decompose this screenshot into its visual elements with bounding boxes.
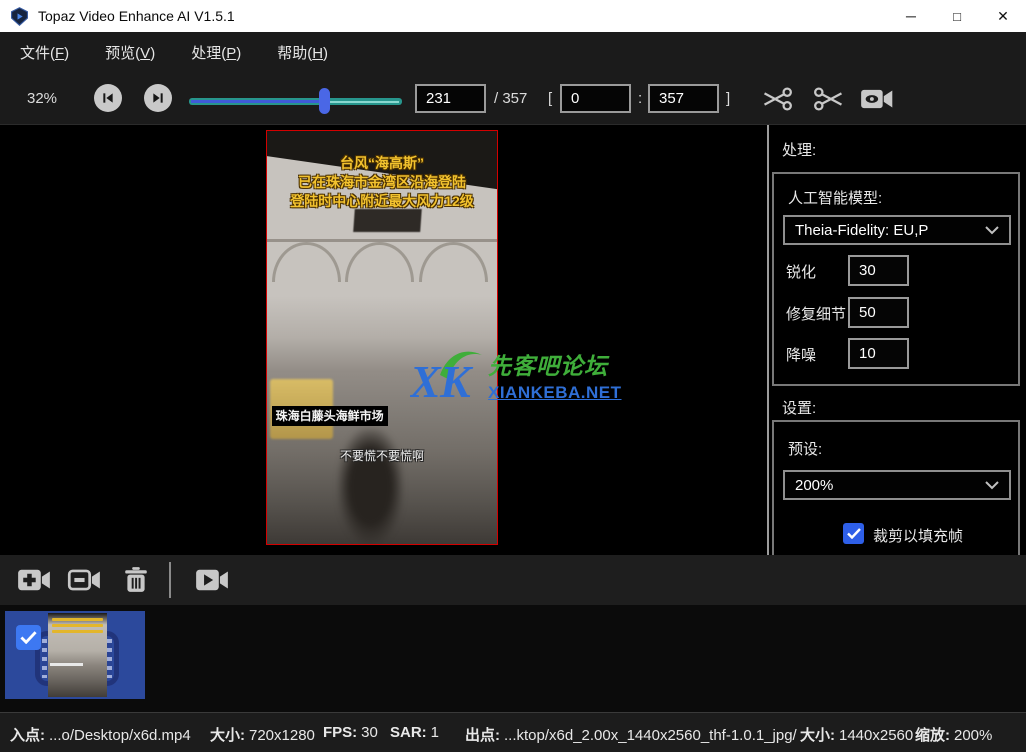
window-title: Topaz Video Enhance AI V1.5.1 xyxy=(38,8,235,24)
video-dark-blob xyxy=(338,428,402,544)
skip-start-icon xyxy=(100,90,116,106)
sharpen-input[interactable] xyxy=(848,255,909,286)
status-in-size: 大小:720x1280 xyxy=(210,724,315,745)
range-separator: : xyxy=(638,90,642,107)
status-in-point: 入点:...o/Desktop/x6d.mp4 xyxy=(10,724,191,745)
svg-text:X: X xyxy=(410,356,442,405)
frame-total-label: / 357 xyxy=(494,90,527,107)
status-fps: FPS:30 xyxy=(323,724,378,741)
range-start-input[interactable] xyxy=(560,84,631,113)
video-thumbnail-tile[interactable] xyxy=(5,611,145,699)
watermark: X K 先客吧论坛 XIANKEBA.NET xyxy=(410,343,625,407)
timeline-slider[interactable] xyxy=(189,91,402,111)
chevron-down-icon xyxy=(985,481,999,490)
range-end-input[interactable] xyxy=(648,84,719,113)
scissors-cut-left-icon xyxy=(760,85,794,113)
video-preview[interactable]: 台风“海高斯” 已在珠海市金湾区沿海登陆 登陆时中心附近最大风力12级 珠海白藤… xyxy=(266,130,498,545)
video-subtitle: 不要慌不要慌啊 xyxy=(267,447,497,464)
denoise-input[interactable] xyxy=(848,338,909,369)
model-label: 人工智能模型: xyxy=(788,187,882,208)
toolbar: 32% / 357 [ : ] xyxy=(0,72,1026,125)
process-section-title: 处理: xyxy=(782,139,816,160)
thumbnail-checkbox[interactable] xyxy=(16,625,41,650)
svg-text:K: K xyxy=(439,356,474,405)
window-controls: ─ □ ✕ xyxy=(888,0,1026,32)
menu-process[interactable]: 处理(P) xyxy=(185,38,247,67)
app-window: Topaz Video Enhance AI V1.5.1 ─ □ ✕ 文件(F… xyxy=(0,0,1026,752)
remove-video-button[interactable] xyxy=(64,564,104,596)
thumbnail-strip xyxy=(0,605,1026,712)
slider-progress xyxy=(191,100,325,103)
preset-value: 200% xyxy=(795,477,985,494)
range-bracket-close: ] xyxy=(726,90,730,107)
maximize-button[interactable]: □ xyxy=(934,0,980,32)
video-bridge-silhouette xyxy=(267,232,497,286)
menu-preview[interactable]: 预览(V) xyxy=(99,38,161,67)
thumbnail-image xyxy=(48,613,107,697)
xk-logo-icon: X K xyxy=(410,345,484,405)
process-video-button[interactable] xyxy=(192,564,232,596)
denoise-label: 降噪 xyxy=(786,344,816,365)
app-logo-icon xyxy=(10,7,29,26)
range-bracket-open: [ xyxy=(548,90,552,107)
trash-icon xyxy=(119,566,153,594)
bottom-toolbar xyxy=(0,555,1026,605)
trim-start-button[interactable] xyxy=(756,83,798,115)
checkmark-icon xyxy=(20,631,37,644)
status-scale: 缩放:200% xyxy=(915,724,992,745)
trim-end-button[interactable] xyxy=(808,83,850,115)
scissors-cut-right-icon xyxy=(812,85,846,113)
title-bar: Topaz Video Enhance AI V1.5.1 ─ □ ✕ xyxy=(0,0,1026,32)
restore-detail-label: 修复细节 xyxy=(786,303,846,324)
status-bar: 入点:...o/Desktop/x6d.mp4 大小:720x1280 FPS:… xyxy=(0,712,1026,752)
settings-section-title: 设置: xyxy=(782,397,816,418)
zoom-level: 32% xyxy=(27,90,57,107)
preview-button[interactable] xyxy=(856,83,898,115)
skip-end-button[interactable] xyxy=(144,84,172,112)
model-value: Theia-Fidelity: EU,P xyxy=(795,222,985,239)
video-headline-text: 台风“海高斯” 已在珠海市金湾区沿海登陆 登陆时中心附近最大风力12级 xyxy=(267,154,497,211)
camera-eye-icon xyxy=(860,85,894,113)
video-location-label: 珠海白藤头海鲜市场 xyxy=(272,406,388,426)
menu-file[interactable]: 文件(F) xyxy=(14,38,75,67)
add-video-button[interactable] xyxy=(14,564,54,596)
menu-help[interactable]: 帮助(H) xyxy=(271,38,334,67)
skip-start-button[interactable] xyxy=(94,84,122,112)
menu-bar: 文件(F) 预览(V) 处理(P) 帮助(H) xyxy=(0,32,1026,72)
main-area: 台风“海高斯” 已在珠海市金湾区沿海登陆 登陆时中心附近最大风力12级 珠海白藤… xyxy=(0,125,1026,555)
crop-checkbox-label: 裁剪以填充帧 xyxy=(873,525,963,546)
status-out-point: 出点:...ktop/x6d_2.00x_1440x2560_thf-1.0.1… xyxy=(465,724,797,745)
camera-plus-icon xyxy=(17,566,51,594)
current-frame-input[interactable] xyxy=(415,84,486,113)
sharpen-label: 锐化 xyxy=(786,261,816,282)
model-dropdown[interactable]: Theia-Fidelity: EU,P xyxy=(783,215,1011,245)
video-dark-shape xyxy=(354,209,422,232)
delete-button[interactable] xyxy=(116,564,156,596)
watermark-text: 先客吧论坛 XIANKEBA.NET xyxy=(488,347,622,403)
skip-end-icon xyxy=(150,90,166,106)
watermark-url: XIANKEBA.NET xyxy=(488,383,622,403)
checkmark-icon xyxy=(847,528,861,539)
settings-panel: 处理: 人工智能模型: Theia-Fidelity: EU,P 锐化 修复细节… xyxy=(769,125,1026,555)
preview-area: 台风“海高斯” 已在珠海市金湾区沿海登陆 登陆时中心附近最大风力12级 珠海白藤… xyxy=(0,125,767,555)
preset-label: 预设: xyxy=(788,438,822,459)
preset-dropdown[interactable]: 200% xyxy=(783,470,1011,500)
chevron-down-icon xyxy=(985,226,999,235)
camera-play-icon xyxy=(195,566,229,594)
close-button[interactable]: ✕ xyxy=(980,0,1026,32)
status-out-size: 大小:1440x2560 xyxy=(800,724,913,745)
slider-remainder xyxy=(329,101,399,103)
watermark-name: 先客吧论坛 xyxy=(488,347,622,381)
restore-detail-input[interactable] xyxy=(848,297,909,328)
minimize-button[interactable]: ─ xyxy=(888,0,934,32)
slider-handle[interactable] xyxy=(319,88,330,114)
toolbar-separator xyxy=(169,562,171,598)
status-sar: SAR:1 xyxy=(390,724,439,741)
crop-checkbox[interactable] xyxy=(843,523,864,544)
camera-minus-icon xyxy=(67,566,101,594)
